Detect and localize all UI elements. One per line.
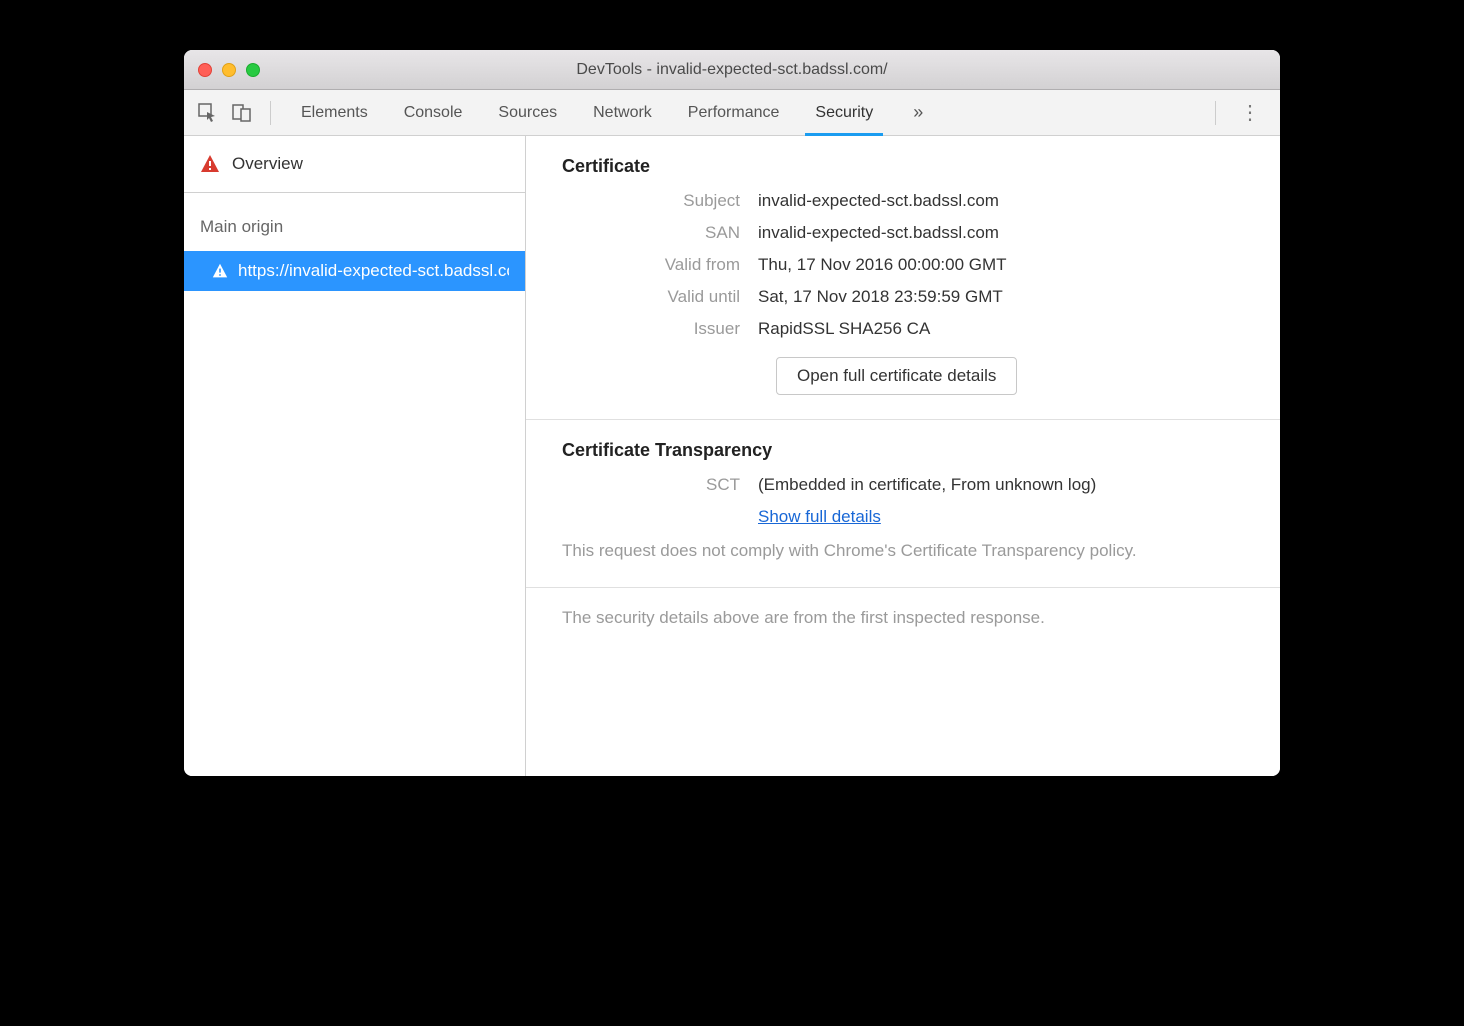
toolbar-separator	[270, 101, 271, 125]
tab-elements[interactable]: Elements	[283, 90, 386, 135]
panel-body: Overview Main origin https://invalid-exp…	[184, 136, 1280, 776]
open-certificate-button[interactable]: Open full certificate details	[776, 357, 1017, 395]
certificate-heading: Certificate	[562, 156, 1244, 177]
value-sct: (Embedded in certificate, From unknown l…	[758, 475, 1244, 495]
footer-note: The security details above are from the …	[526, 588, 1280, 648]
devtools-window: DevTools - invalid-expected-sct.badssl.c…	[184, 50, 1280, 776]
label-issuer: Issuer	[562, 319, 758, 339]
titlebar: DevTools - invalid-expected-sct.badssl.c…	[184, 50, 1280, 90]
sidebar-origin-item[interactable]: https://invalid-expected-sct.badssl.com	[184, 251, 525, 291]
toolbar-separator	[1215, 101, 1216, 125]
overview-label: Overview	[232, 154, 303, 174]
label-subject: Subject	[562, 191, 758, 211]
tab-performance[interactable]: Performance	[670, 90, 798, 135]
tab-security[interactable]: Security	[797, 90, 891, 135]
label-valid-until: Valid until	[562, 287, 758, 307]
value-valid-from: Thu, 17 Nov 2016 00:00:00 GMT	[758, 255, 1244, 275]
toggle-device-icon[interactable]	[232, 103, 252, 123]
security-sidebar: Overview Main origin https://invalid-exp…	[184, 136, 526, 776]
tab-network[interactable]: Network	[575, 90, 670, 135]
ct-heading: Certificate Transparency	[562, 440, 1244, 461]
devtools-toolbar: Elements Console Sources Network Perform…	[184, 90, 1280, 136]
main-origin-header: Main origin	[184, 193, 525, 251]
label-san: SAN	[562, 223, 758, 243]
sidebar-overview[interactable]: Overview	[184, 136, 525, 193]
more-tabs-icon[interactable]: »	[903, 102, 933, 123]
maximize-window-button[interactable]	[246, 63, 260, 77]
tab-console[interactable]: Console	[386, 90, 481, 135]
close-window-button[interactable]	[198, 63, 212, 77]
label-sct: SCT	[562, 475, 758, 495]
traffic-lights	[184, 63, 260, 77]
window-title: DevTools - invalid-expected-sct.badssl.c…	[184, 61, 1280, 79]
value-valid-until: Sat, 17 Nov 2018 23:59:59 GMT	[758, 287, 1244, 307]
value-issuer: RapidSSL SHA256 CA	[758, 319, 1244, 339]
ct-policy-note: This request does not comply with Chrome…	[562, 539, 1244, 563]
show-full-details-link[interactable]: Show full details	[758, 507, 881, 526]
warning-triangle-icon	[212, 263, 228, 279]
value-san: invalid-expected-sct.badssl.com	[758, 223, 1244, 243]
value-subject: invalid-expected-sct.badssl.com	[758, 191, 1244, 211]
certificate-section: Certificate Subject invalid-expected-sct…	[526, 136, 1280, 420]
devtools-tabs: Elements Console Sources Network Perform…	[283, 90, 891, 135]
origin-url-text: https://invalid-expected-sct.badssl.com	[238, 261, 509, 281]
security-main: Certificate Subject invalid-expected-sct…	[526, 136, 1280, 776]
tab-sources[interactable]: Sources	[480, 90, 575, 135]
ct-section: Certificate Transparency SCT (Embedded i…	[526, 420, 1280, 588]
minimize-window-button[interactable]	[222, 63, 236, 77]
label-valid-from: Valid from	[562, 255, 758, 275]
inspect-element-icon[interactable]	[198, 103, 218, 123]
settings-menu-icon[interactable]: ⋮	[1228, 100, 1272, 125]
warning-triangle-icon	[200, 154, 220, 174]
